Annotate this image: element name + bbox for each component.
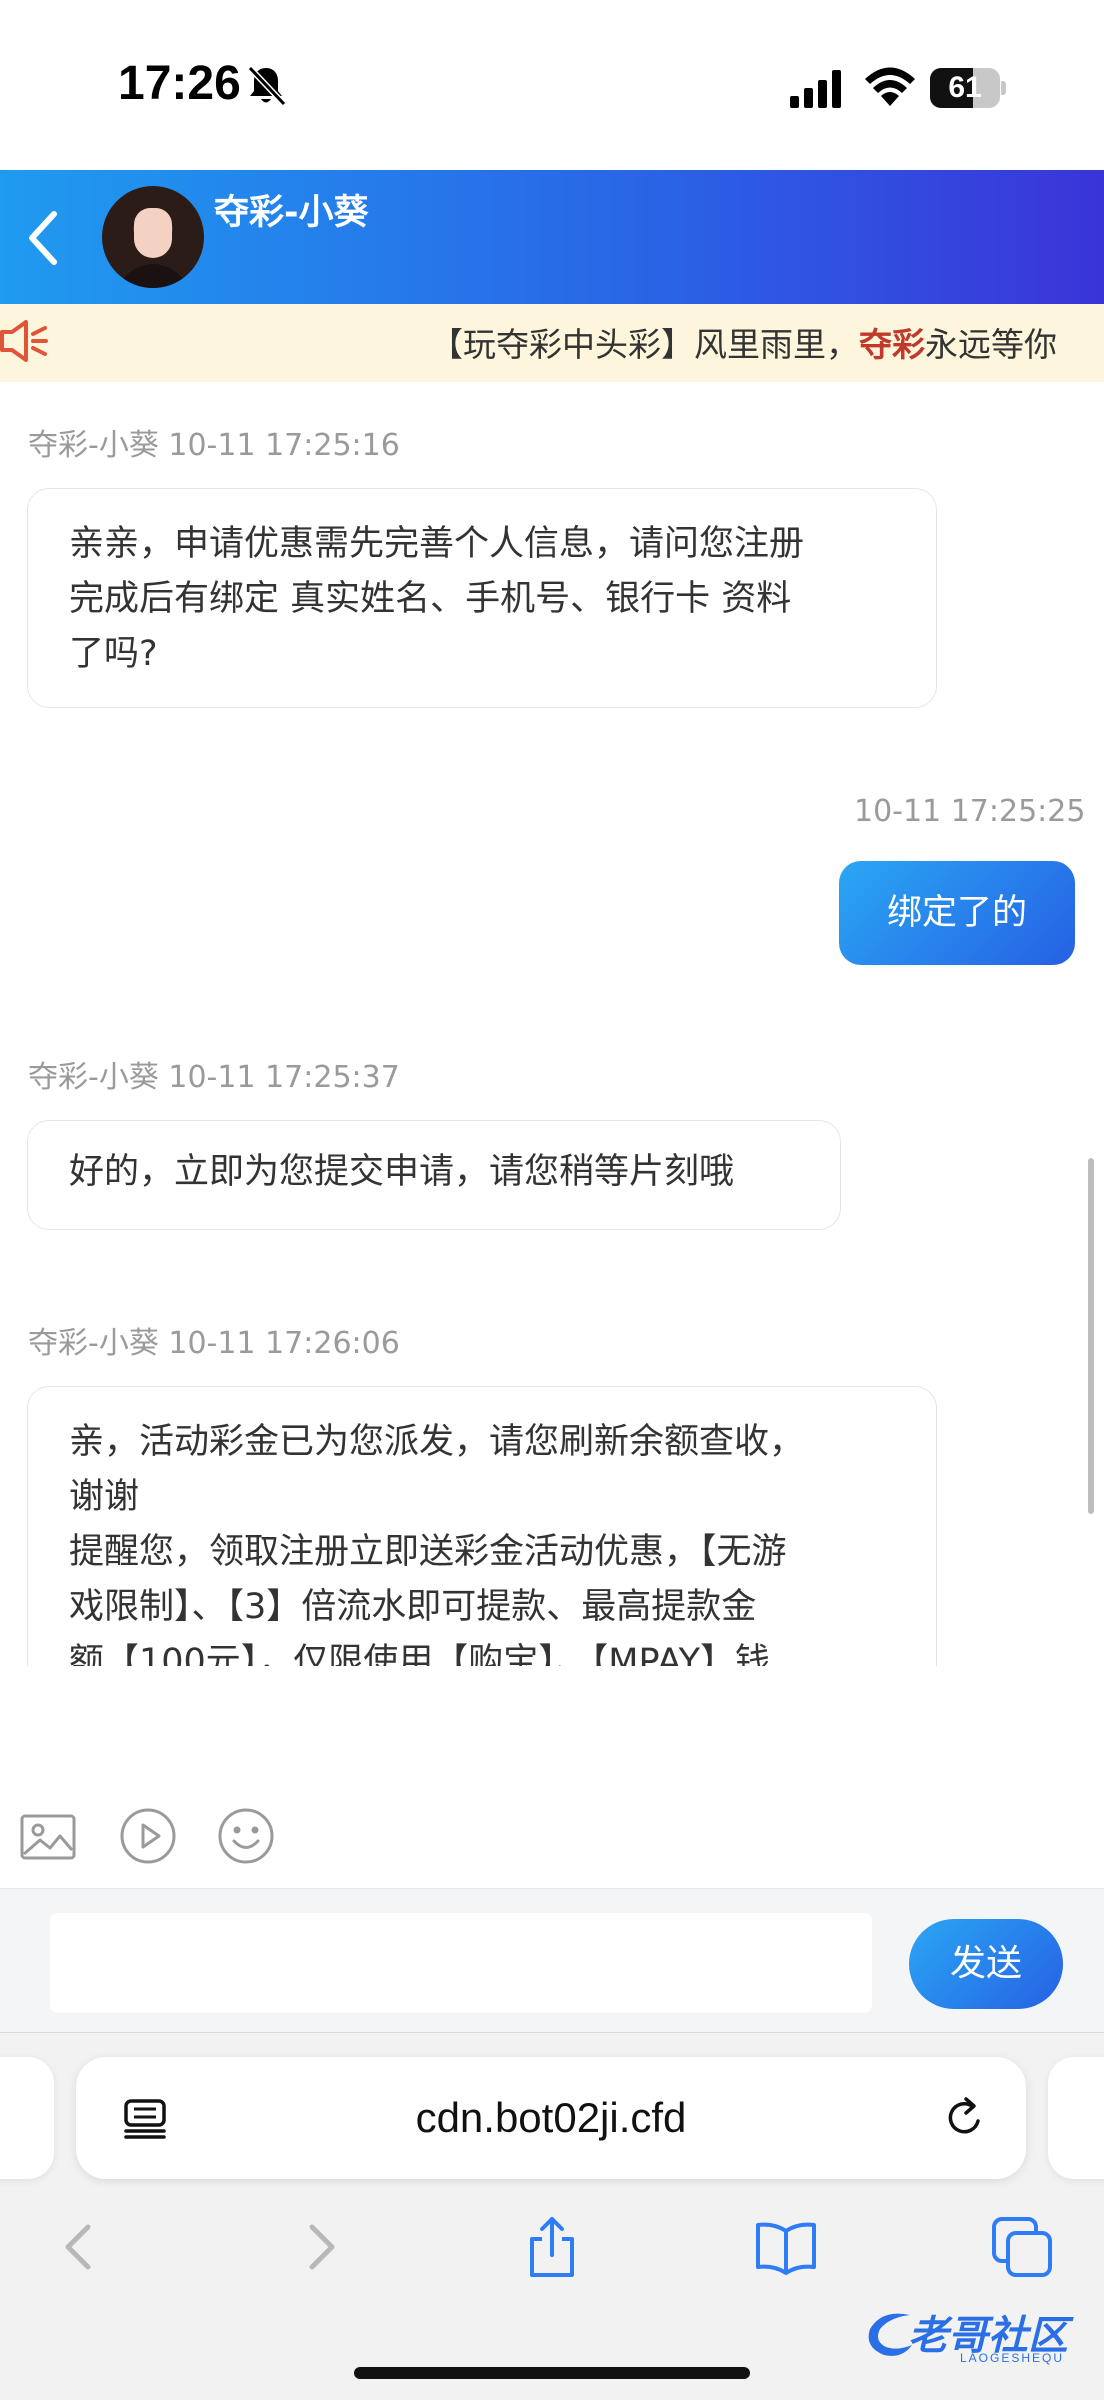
emoji-icon[interactable] — [216, 1806, 276, 1866]
share-icon[interactable] — [520, 2215, 584, 2279]
reload-icon[interactable] — [942, 2095, 988, 2141]
wifi-icon — [865, 67, 915, 106]
message-bubble-incoming: 好的，立即为您提交申请，请您稍等片刻哦 — [27, 1120, 841, 1230]
message-meta: 夺彩-小葵 10-11 17:26:06 — [28, 1326, 400, 1361]
status-bar: 17:26 61 — [0, 0, 1104, 170]
url-text[interactable]: cdn.bot02ji.cfd — [76, 2057, 1026, 2179]
message-line: 戏限制】、【3】倍流水即可提款、最高提款金 — [69, 1587, 757, 1627]
reader-icon[interactable] — [122, 2095, 168, 2141]
message-line: 提醒您，领取注册立即送彩金活动优惠，【无游 — [69, 1532, 787, 1572]
send-button[interactable]: 发送 — [909, 1919, 1063, 2009]
message-bubble-incoming: 亲，活动彩金已为您派发，请您刷新余额查收， 谢谢 提醒您，领取注册立即送彩金活动… — [27, 1386, 937, 1666]
browser-forward-icon[interactable] — [288, 2215, 352, 2279]
next-tab-peek[interactable] — [1048, 2057, 1104, 2179]
message-meta: 夺彩-小葵 10-11 17:25:37 — [28, 1060, 400, 1095]
notice-highlight: 夺彩 — [859, 325, 925, 364]
message-clip-region: 亲，活动彩金已为您派发，请您刷新余额查收， 谢谢 提醒您，领取注册立即送彩金活动… — [0, 1386, 1104, 1666]
agent-avatar — [102, 186, 204, 288]
signal-icon — [790, 70, 841, 108]
address-bar[interactable]: cdn.bot02ji.cfd — [76, 2057, 1026, 2179]
message-input[interactable] — [50, 1913, 872, 2013]
message-bubble-outgoing: 绑定了的 — [839, 861, 1075, 965]
message-line: 谢谢 — [69, 1477, 140, 1517]
play-icon[interactable] — [118, 1806, 178, 1866]
browser-back-icon[interactable] — [48, 2215, 112, 2279]
notice-bar: 【玩夺彩中头彩】风里雨里，夺彩永远等你 — [0, 304, 1104, 382]
battery-percent: 61 — [948, 71, 982, 104]
watermark-subtext: LAOGESHEQU — [960, 2351, 1065, 2365]
back-button[interactable] — [14, 200, 74, 276]
speaker-icon — [0, 320, 48, 362]
message-line: 好的，立即为您提交申请，请您稍等片刻哦 — [69, 1152, 735, 1192]
chat-scrollbar[interactable] — [1088, 1158, 1094, 1514]
notice-suffix: 永远等你 — [925, 325, 1057, 364]
image-icon[interactable] — [18, 1806, 78, 1866]
message-line: 亲，活动彩金已为您派发，请您刷新余额查收， — [69, 1422, 805, 1462]
tabs-icon[interactable] — [990, 2215, 1054, 2279]
message-line: 额【100元】，仅限使用【购宝】、【MPAY】钱 — [69, 1642, 770, 1666]
watermark-logo: 老哥社区 LAOGESHEQU — [862, 2301, 1094, 2371]
agent-name: 夺彩-小葵 — [214, 193, 369, 233]
message-bubble-incoming: 亲亲，申请优惠需先完善个人信息，请问您注册 完成后有绑定 真实姓名、手机号、银行… — [27, 488, 937, 708]
battery-indicator: 61 — [930, 68, 1006, 108]
book-icon[interactable] — [754, 2215, 818, 2279]
message-meta: 10-11 17:25:25 — [854, 794, 1086, 829]
message-meta: 夺彩-小葵 10-11 17:25:16 — [28, 428, 400, 463]
notice-prefix: 【玩夺彩中头彩】风里雨里， — [430, 325, 859, 364]
composer: 发送 — [0, 1888, 1104, 2032]
notice-marquee: 【玩夺彩中头彩】风里雨里，夺彩永远等你 — [430, 318, 1057, 366]
previous-tab-peek[interactable] — [0, 2057, 54, 2179]
status-time: 17:26 — [118, 57, 241, 110]
browser-toolbar: cdn.bot02ji.cfd 老哥社区 LAOGESHEQU — [0, 2032, 1104, 2400]
message-line: 了吗? — [69, 634, 158, 674]
message-line: 完成后有绑定 真实姓名、手机号、银行卡 资料 — [69, 579, 792, 619]
bell-off-icon — [247, 65, 286, 107]
chat-header: 夺彩-小葵 — [0, 170, 1104, 304]
message-line: 亲亲，申请优惠需先完善个人信息，请问您注册 — [69, 524, 805, 564]
home-indicator[interactable] — [354, 2367, 750, 2379]
